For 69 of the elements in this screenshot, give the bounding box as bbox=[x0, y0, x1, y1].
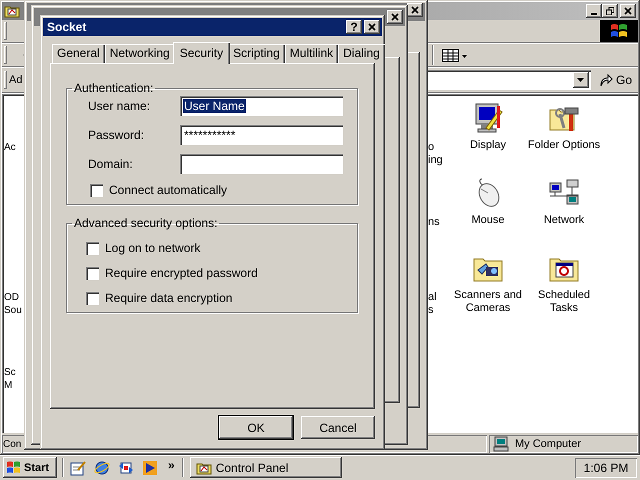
close-icon bbox=[624, 7, 632, 15]
icon-label: ing bbox=[428, 154, 444, 167]
tab[interactable]: Dialing bbox=[338, 44, 385, 63]
tab[interactable]: Scripting bbox=[228, 44, 285, 63]
field-label: Password: bbox=[88, 128, 146, 142]
field-label: Domain: bbox=[88, 157, 134, 171]
icon-label: Ac bbox=[4, 141, 17, 154]
dropdown-button[interactable] bbox=[572, 72, 589, 88]
icon-label[interactable]: Folder Options bbox=[527, 139, 601, 152]
arrow-icon bbox=[598, 73, 613, 87]
globe-icon[interactable] bbox=[94, 460, 110, 476]
close-icon bbox=[391, 13, 399, 21]
go-button[interactable]: Go bbox=[590, 73, 638, 87]
icon-label: Sc bbox=[4, 366, 17, 379]
checkbox[interactable] bbox=[86, 266, 99, 280]
checkbox-label[interactable]: Log on to network bbox=[105, 241, 200, 255]
play-icon[interactable] bbox=[142, 460, 158, 476]
close-button[interactable] bbox=[620, 4, 636, 18]
icon-label[interactable]: Scanners and Cameras bbox=[451, 289, 525, 315]
view-grid-icon[interactable] bbox=[442, 47, 468, 63]
checkbox-label[interactable]: Connect automatically bbox=[109, 183, 228, 197]
taskbar-button[interactable]: Control Panel bbox=[190, 457, 342, 478]
clock: 1:06 PM bbox=[575, 458, 637, 478]
icon-label: Sou bbox=[4, 304, 22, 317]
tab[interactable]: Security bbox=[172, 42, 230, 64]
checkbox-label[interactable]: Require encrypted password bbox=[105, 266, 258, 280]
icon-label[interactable]: Network bbox=[527, 214, 601, 227]
close-icon bbox=[368, 23, 376, 31]
restore-button[interactable] bbox=[602, 4, 618, 18]
checkbox[interactable] bbox=[90, 184, 103, 196]
flag-icon bbox=[609, 23, 629, 39]
text-field[interactable]: User Name bbox=[180, 96, 343, 116]
status-label: My Computer bbox=[515, 438, 582, 450]
tab[interactable]: Multilink bbox=[284, 44, 338, 63]
field-label: User name: bbox=[88, 99, 152, 113]
dialog-button[interactable]: OK bbox=[219, 416, 293, 439]
chevron-button[interactable]: » bbox=[166, 458, 177, 472]
text-field[interactable] bbox=[180, 154, 343, 174]
minimize-button[interactable] bbox=[586, 4, 602, 18]
icon-label[interactable]: Display bbox=[451, 139, 525, 152]
start-button[interactable]: Start bbox=[3, 457, 57, 478]
checkbox[interactable] bbox=[86, 242, 99, 254]
close-button[interactable] bbox=[364, 20, 380, 34]
caret-icon bbox=[577, 78, 584, 82]
dialog-button[interactable]: Cancel bbox=[301, 416, 375, 439]
restore-icon bbox=[606, 7, 614, 15]
icon-label: OD bbox=[4, 291, 20, 304]
icon-label: M bbox=[4, 379, 14, 392]
tab[interactable]: Networking bbox=[104, 44, 175, 63]
icon-label[interactable]: Mouse bbox=[451, 214, 525, 227]
help-button[interactable]: ? bbox=[346, 20, 362, 34]
icon-label: al bbox=[428, 291, 438, 304]
text-field[interactable]: *********** bbox=[180, 125, 343, 145]
icon-label[interactable]: Scheduled Tasks bbox=[527, 289, 601, 315]
window-arrows-icon[interactable] bbox=[118, 460, 134, 476]
address-label: Ad bbox=[9, 74, 24, 86]
notepad-icon[interactable] bbox=[70, 460, 86, 476]
group-label: Advanced security options: bbox=[73, 216, 218, 230]
window-title: Socket bbox=[46, 20, 86, 34]
checkbox[interactable] bbox=[86, 292, 99, 304]
group-label: Authentication: bbox=[73, 81, 154, 95]
computer-icon bbox=[493, 436, 509, 452]
checkbox-label[interactable]: Require data encryption bbox=[105, 291, 232, 305]
icon-label: ns bbox=[428, 216, 441, 229]
close-icon bbox=[411, 6, 419, 14]
tab[interactable]: General bbox=[52, 44, 105, 63]
icon-label: o bbox=[428, 141, 436, 154]
flag-icon bbox=[6, 460, 22, 474]
icon-label: s bbox=[428, 304, 434, 317]
